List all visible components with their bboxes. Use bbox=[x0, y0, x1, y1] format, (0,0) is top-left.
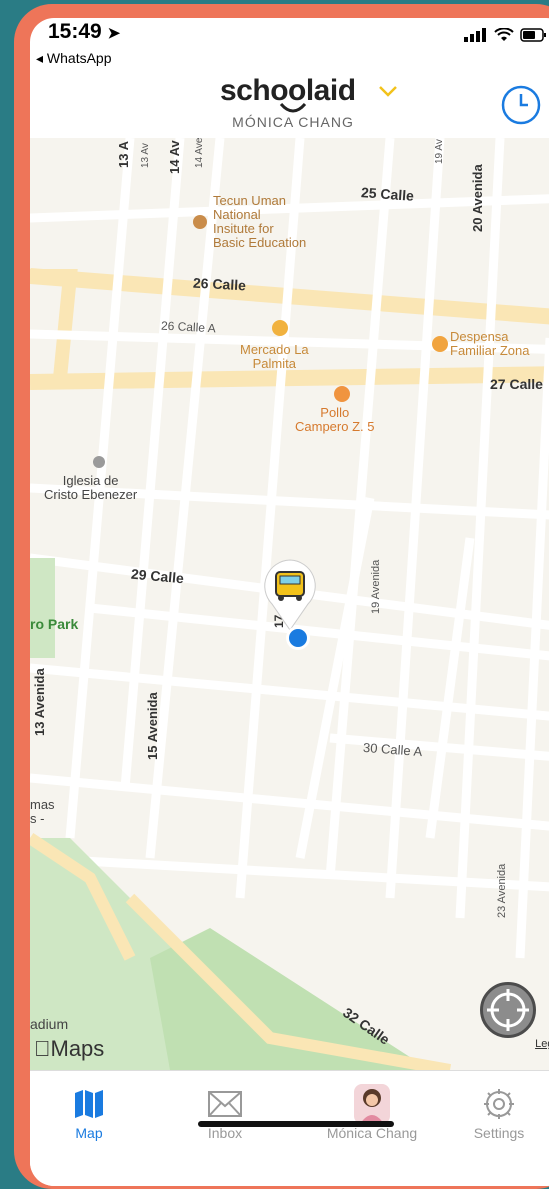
poi-stadium[interactable]: adium bbox=[30, 1016, 68, 1032]
tab-settings-label: Settings bbox=[473, 1125, 525, 1141]
envelope-icon bbox=[208, 1091, 242, 1117]
avatar bbox=[354, 1084, 390, 1124]
poi-park[interactable]: ro Park bbox=[30, 616, 78, 632]
avenue-label-20: 20 Avenida bbox=[470, 164, 485, 232]
recenter-button[interactable] bbox=[480, 982, 536, 1038]
gear-icon bbox=[484, 1089, 514, 1119]
tab-profile[interactable]: Mónica Chang bbox=[307, 1083, 437, 1141]
phone-screen: 15:49 ➤ ◂ WhatsApp schoolaid MÓNICA CHAN… bbox=[30, 18, 549, 1186]
poi-despensa[interactable]: Despensa Familiar Zona bbox=[450, 330, 529, 358]
current-user-name: MÓNICA CHANG bbox=[232, 114, 354, 130]
avenue-label-13a: 13 A bbox=[116, 141, 131, 168]
tab-bar: Map Inbox Mónica Chang Settings bbox=[30, 1070, 549, 1186]
avenue-label-19: 19 Avenida bbox=[370, 559, 382, 614]
avenue-label-14av: 14 Av bbox=[167, 140, 182, 174]
map-icon bbox=[75, 1090, 103, 1118]
legal-link[interactable]: Legal bbox=[535, 1038, 549, 1050]
tab-settings[interactable]: Settings bbox=[444, 1083, 549, 1141]
history-clock-icon[interactable] bbox=[500, 84, 542, 126]
street-label-26: 26 Calle bbox=[192, 274, 247, 294]
signal-icon bbox=[464, 28, 486, 42]
avenue-label-14ave: 14 Ave bbox=[194, 138, 205, 168]
avenue-label-23: 23 Avenida bbox=[496, 863, 508, 918]
tab-profile-label: Mónica Chang bbox=[326, 1125, 418, 1141]
status-icons bbox=[464, 28, 548, 42]
avenue-label-19av: 19 Av bbox=[434, 139, 445, 164]
account-switch-chevron-icon[interactable] bbox=[378, 84, 398, 102]
tab-inbox[interactable]: Inbox bbox=[170, 1083, 280, 1141]
map-view[interactable]: 25 Calle 26 Calle 26 Calle A 27 Calle 29… bbox=[30, 138, 549, 1070]
back-to-app-link[interactable]: ◂ WhatsApp bbox=[36, 50, 112, 67]
poi-mas: mas s - bbox=[30, 797, 55, 826]
tab-map-label: Map bbox=[75, 1125, 103, 1141]
street-label-26a: 26 Calle A bbox=[160, 318, 217, 336]
poi-church[interactable]: Iglesia de Cristo Ebenezer bbox=[44, 474, 137, 502]
status-bar: 15:49 ➤ ◂ WhatsApp bbox=[30, 18, 549, 70]
battery-icon bbox=[520, 28, 546, 42]
poi-school[interactable]: Tecun Uman National Insitute for Basic Educ… bbox=[213, 194, 306, 250]
apple-icon:  bbox=[34, 1036, 51, 1061]
avenue-label-13av: 13 Av bbox=[140, 143, 151, 168]
bus-location-pin[interactable] bbox=[262, 558, 318, 652]
home-indicator[interactable] bbox=[198, 1121, 394, 1127]
crosshair-icon bbox=[487, 989, 529, 1031]
poi-market[interactable]: Mercado La Palmita bbox=[240, 343, 309, 371]
location-arrow-icon: ➤ bbox=[107, 25, 121, 42]
poi-pollo-campero[interactable]: Pollo Campero Z. 5 bbox=[295, 406, 374, 434]
avenue-label-15: 15 Avenida bbox=[145, 692, 160, 760]
tab-inbox-label: Inbox bbox=[207, 1125, 243, 1141]
status-time: 15:49 ➤ bbox=[48, 20, 121, 43]
tab-map[interactable]: Map bbox=[34, 1083, 144, 1141]
wifi-icon bbox=[494, 28, 514, 41]
avenue-label-13: 13 Avenida bbox=[32, 668, 47, 736]
apple-maps-logo: Maps bbox=[34, 1036, 104, 1061]
street-label-27: 27 Calle bbox=[490, 376, 543, 392]
app-header: schoolaid MÓNICA CHANG bbox=[30, 68, 549, 138]
